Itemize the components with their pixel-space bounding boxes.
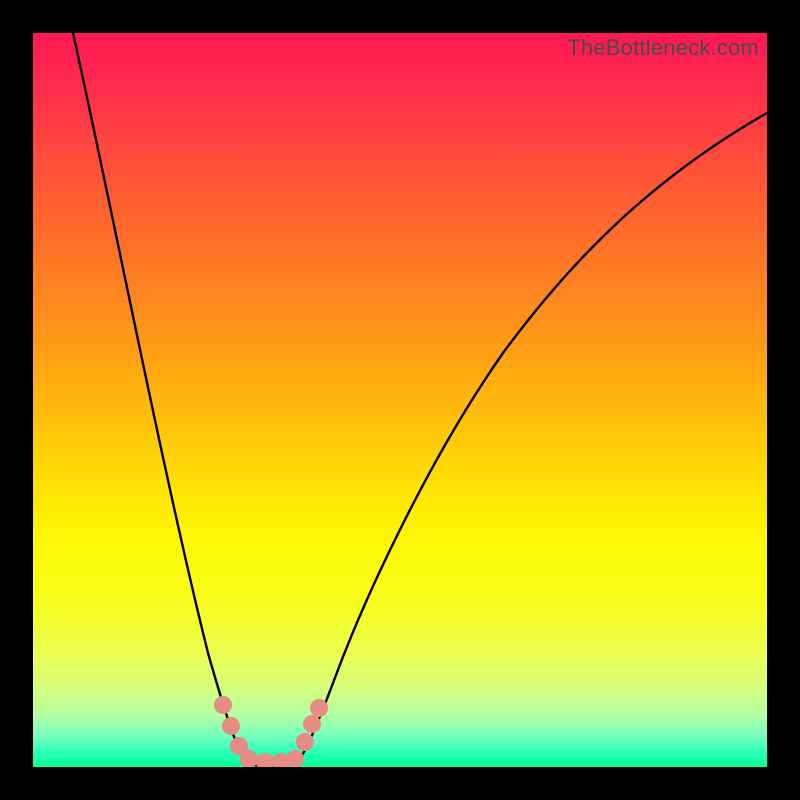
watermark-text: TheBottleneck.com <box>567 35 759 61</box>
data-marker <box>214 696 232 714</box>
curve-layer <box>33 33 767 767</box>
data-marker <box>296 733 314 751</box>
plot-area: TheBottleneck.com <box>33 33 767 767</box>
chart-frame: TheBottleneck.com <box>0 0 800 800</box>
data-marker <box>222 717 240 735</box>
marker-group <box>214 696 328 767</box>
data-marker <box>256 753 274 767</box>
bottleneck-curve <box>73 33 767 767</box>
data-marker <box>286 750 304 767</box>
data-marker <box>303 715 321 733</box>
data-marker <box>310 699 328 717</box>
